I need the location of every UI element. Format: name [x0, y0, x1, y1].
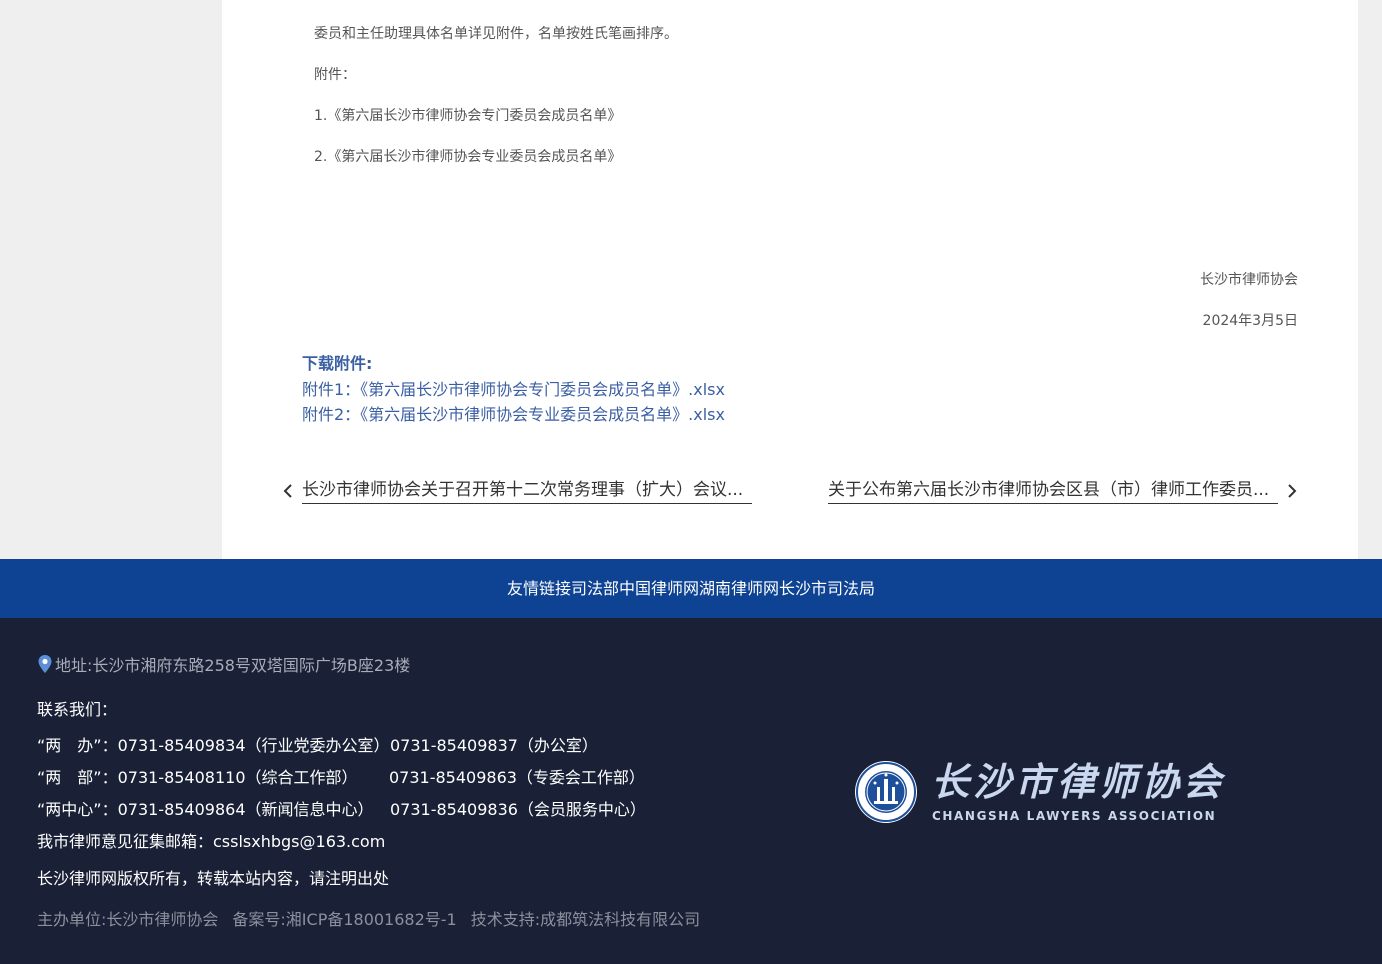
date: 2024年3月5日: [1202, 313, 1298, 329]
address-text: 地址:长沙市湘府东路258号双塔国际广场B座23楼: [55, 656, 411, 675]
feedback-email: 我市律师意见征集邮箱：csslsxhbgs@163.com: [37, 832, 386, 851]
organizer: 主办单位:长沙市律师协会: [37, 910, 219, 929]
next-article-title: 关于公布第六届长沙市律师协会区县（市）律师工作委员...: [828, 480, 1270, 500]
next-article-link[interactable]: 关于公布第六届长沙市律师协会区县（市）律师工作委员...: [828, 477, 1278, 504]
downloads-title: 下载附件:: [302, 354, 373, 373]
association-logo: 长沙市律师协会 CHANGSHA LAWYERS ASSOCIATION: [853, 758, 1221, 828]
chevron-left-icon[interactable]: [282, 482, 294, 500]
prev-article-link[interactable]: 长沙市律师协会关于召开第十二次常务理事（扩大）会议...: [302, 477, 752, 504]
site-info: 主办单位:长沙市律师协会 备案号:湘ICP备18001682号-1 技术支持:成都筑…: [37, 909, 714, 931]
signature: 长沙市律师协会: [1200, 272, 1298, 288]
tech-support: 技术支持:成都筑法科技有限公司: [470, 910, 701, 929]
contact-phone: “两中心”：0731-85409864（新闻信息中心）: [37, 800, 374, 819]
friend-link[interactable]: 湖南律师网: [699, 579, 779, 598]
paragraph: 附件：: [314, 67, 356, 83]
prev-article-title: 长沙市律师协会关于召开第十二次常务理事（扩大）会议...: [302, 480, 744, 500]
paragraph: 1.《第六届长沙市律师协会专门委员会成员名单》: [314, 108, 622, 124]
download-link[interactable]: 附件1：《第六届长沙市律师协会专门委员会成员名单》.xlsx: [302, 379, 725, 401]
address: 地址:长沙市湘府东路258号双塔国际广场B座23楼: [37, 654, 410, 680]
logo-text-cn: 长沙市律师协会: [931, 759, 1226, 804]
logo-text-en: CHANGSHA LAWYERS ASSOCIATION: [932, 809, 1217, 823]
contact-phone: 0731-85409863（专委会工作部）: [389, 768, 645, 787]
paragraph: 2.《第六届长沙市律师协会专业委员会成员名单》: [314, 149, 622, 165]
friend-links-bar: 友情链接司法部中国律师网湖南律师网长沙市司法局: [0, 559, 1382, 618]
footer: 地址:长沙市湘府东路258号双塔国际广场B座23楼 联系我们： “两 办”：07…: [0, 618, 1382, 964]
article-panel: 委员和主任助理具体名单详见附件，名单按姓氏笔画排序。 附件： 1.《第六届长沙市…: [222, 0, 1358, 559]
icp-record[interactable]: 备案号:湘ICP备18001682号-1: [232, 910, 456, 929]
contact-phone: 0731-85409837（办公室）: [390, 736, 598, 755]
friend-link[interactable]: 中国律师网: [619, 579, 699, 598]
contact-title: 联系我们：: [37, 700, 118, 719]
chevron-right-icon[interactable]: [1286, 482, 1298, 500]
location-pin-icon: [37, 654, 53, 680]
paragraph: 委员和主任助理具体名单详见附件，名单按姓氏笔画排序。: [314, 26, 678, 42]
association-emblem-icon: [855, 761, 917, 823]
contact-phone: 0731-85409836（会员服务中心）: [390, 800, 646, 819]
friend-link[interactable]: 长沙市司法局: [779, 579, 875, 598]
copyright: 长沙律师网版权所有，转载本站内容，请注明出处: [37, 869, 390, 888]
download-link[interactable]: 附件2：《第六届长沙市律师协会专业委员会成员名单》.xlsx: [302, 404, 725, 426]
friend-link[interactable]: 司法部: [571, 579, 619, 598]
contact-phone: “两 办”：0731-85409834（行业党委办公室）: [37, 736, 390, 755]
contact-phone: “两 部”：0731-85408110（综合工作部）: [37, 768, 358, 787]
friend-links-label: 友情链接: [506, 579, 571, 598]
